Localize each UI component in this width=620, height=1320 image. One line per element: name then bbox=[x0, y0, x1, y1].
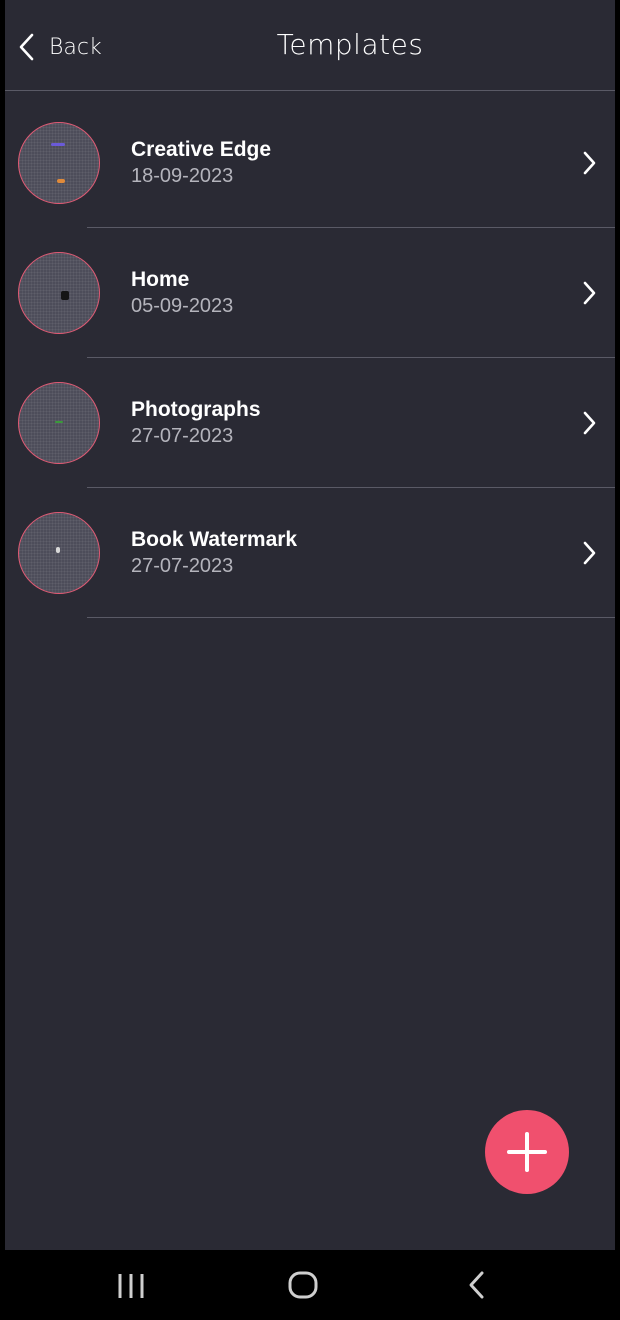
app-screen: Back Templates Creative Edge 18-09-2023 … bbox=[5, 0, 615, 1250]
thumbnail-mark bbox=[55, 421, 63, 423]
template-row-book-watermark[interactable]: Book Watermark 27-07-2023 bbox=[5, 488, 615, 618]
thumbnail-mark bbox=[61, 291, 69, 300]
template-thumbnail bbox=[18, 382, 100, 464]
template-date: 27-07-2023 bbox=[131, 425, 234, 447]
add-template-button[interactable] bbox=[485, 1110, 569, 1194]
thumbnail-mark bbox=[51, 143, 65, 146]
recent-apps-icon[interactable] bbox=[116, 1268, 146, 1302]
template-name: Photographs bbox=[131, 398, 261, 421]
thumbnail-mark bbox=[57, 179, 65, 183]
template-name: Home bbox=[131, 268, 190, 291]
template-thumbnail bbox=[18, 512, 100, 594]
template-thumbnail bbox=[18, 252, 100, 334]
page-title: Templates bbox=[276, 28, 424, 61]
template-date: 27-07-2023 bbox=[131, 555, 234, 577]
plus-icon bbox=[507, 1132, 547, 1172]
chevron-right-icon bbox=[583, 541, 596, 565]
template-row-photographs[interactable]: Photographs 27-07-2023 bbox=[5, 358, 615, 488]
template-date: 18-09-2023 bbox=[131, 165, 234, 187]
template-row-creative-edge[interactable]: Creative Edge 18-09-2023 bbox=[5, 98, 615, 228]
template-row-home[interactable]: Home 05-09-2023 bbox=[5, 228, 615, 358]
template-name: Creative Edge bbox=[131, 138, 272, 161]
chevron-right-icon bbox=[583, 151, 596, 175]
back-icon[interactable] bbox=[464, 1268, 490, 1302]
chevron-right-icon bbox=[583, 411, 596, 435]
template-thumbnail bbox=[18, 122, 100, 204]
top-bar: Back Templates bbox=[5, 0, 615, 91]
home-icon[interactable] bbox=[286, 1268, 320, 1302]
template-list: Creative Edge 18-09-2023 Home 05-09-2023… bbox=[5, 98, 615, 618]
template-name: Book Watermark bbox=[131, 528, 298, 551]
thumbnail-mark bbox=[56, 547, 60, 553]
chevron-right-icon bbox=[583, 281, 596, 305]
template-date: 05-09-2023 bbox=[131, 295, 234, 317]
row-divider bbox=[87, 617, 615, 618]
system-navigation-bar bbox=[0, 1250, 620, 1320]
